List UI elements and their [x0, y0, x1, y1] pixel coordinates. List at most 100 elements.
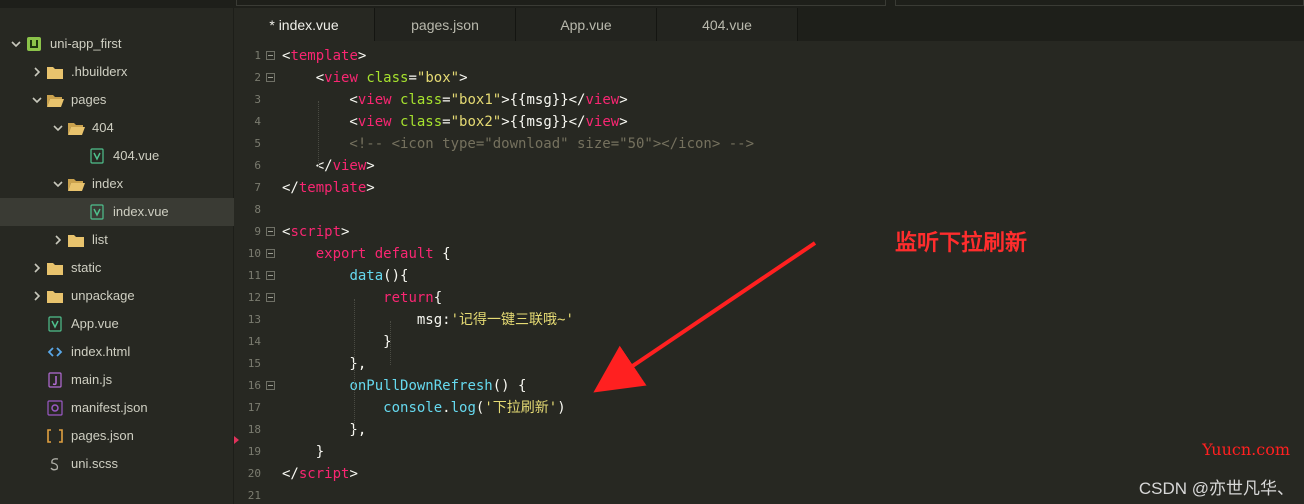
code-line[interactable]: 16 onPullDownRefresh() {: [234, 375, 1304, 397]
tree-item-index-vue[interactable]: index.vue: [0, 198, 234, 226]
chevron-down-icon[interactable]: [53, 179, 63, 189]
code-text: </template>: [282, 177, 375, 199]
line-number: 11: [247, 269, 261, 282]
code-line[interactable]: 7 </template>: [234, 177, 1304, 199]
tab-index-vue[interactable]: * index.vue: [234, 8, 375, 41]
code-line[interactable]: 4 <view class="box2">{{msg}}</view>: [234, 111, 1304, 133]
line-number: 16: [247, 379, 261, 392]
code-line[interactable]: 5 <!-- <icon type="download" size="50"><…: [234, 133, 1304, 155]
js-file-icon: [46, 372, 64, 388]
code-token: msg: [416, 312, 443, 328]
code-token: default: [374, 246, 434, 262]
chevron-down-icon[interactable]: [53, 123, 63, 133]
folder-icon: [67, 232, 85, 248]
chevron-right-icon[interactable]: [32, 263, 42, 273]
tree-item-static[interactable]: static: [0, 254, 234, 282]
tree-item-manifest-json[interactable]: manifest.json: [0, 394, 234, 422]
tab-label: * index.vue: [269, 16, 339, 33]
tree-item-404[interactable]: 404: [0, 114, 234, 142]
code-text: data(){: [282, 265, 408, 287]
code-text: <view class="box2">{{msg}}</view>: [282, 111, 627, 133]
line-number: 3: [254, 93, 261, 106]
fold-toggle-icon[interactable]: [266, 271, 275, 280]
chevron-down-icon[interactable]: [11, 39, 21, 49]
code-line[interactable]: 8: [234, 199, 1304, 221]
fold-toggle-icon[interactable]: [266, 381, 275, 390]
tree-item-uni-app-first[interactable]: uni-app_first: [0, 30, 234, 58]
tree-item-label: pages.json: [71, 428, 134, 443]
top-strip-segment: [236, 0, 886, 6]
code-line[interactable]: 14 }: [234, 331, 1304, 353]
tree-item-uni-scss[interactable]: uni.scss: [0, 450, 234, 478]
fold-toggle-icon[interactable]: [266, 249, 275, 258]
code-token: log: [450, 400, 476, 416]
code-token: export: [315, 246, 367, 262]
tab-pages-json[interactable]: pages.json: [375, 8, 516, 41]
tree-item-list[interactable]: list: [0, 226, 234, 254]
fold-toggle-icon[interactable]: [266, 73, 275, 82]
tree-item-hbuilderx[interactable]: .hbuilderx: [0, 58, 234, 86]
code-text: </script>: [282, 463, 358, 485]
code-line[interactable]: 12 return{: [234, 287, 1304, 309]
folder-icon: [46, 260, 64, 276]
tree-item-unpackage[interactable]: unpackage: [0, 282, 234, 310]
tree-item-label: pages: [71, 92, 107, 107]
fold-toggle-icon[interactable]: [266, 227, 275, 236]
tree-item-label: index.vue: [113, 204, 169, 219]
chevron-right-icon[interactable]: [53, 235, 63, 245]
code-token: view: [357, 114, 392, 130]
tree-item-label: manifest.json: [71, 400, 148, 415]
code-token: console: [383, 400, 443, 416]
code-line[interactable]: 3 <view class="box1">{{msg}}</view>: [234, 89, 1304, 111]
line-number: 9: [254, 225, 261, 238]
code-line[interactable]: 17 console.log('下拉刷新'): [234, 397, 1304, 419]
code-token: >: [341, 224, 350, 240]
tree-item-pages-json[interactable]: pages.json: [0, 422, 234, 450]
tree-item-label: 404.vue: [113, 148, 160, 163]
tree-item-404-vue[interactable]: 404.vue: [0, 142, 234, 170]
line-number: 12: [247, 291, 261, 304]
chevron-right-icon[interactable]: [32, 291, 42, 301]
tab-404-vue[interactable]: 404.vue: [657, 8, 798, 41]
chevron-down-icon[interactable]: [32, 95, 42, 105]
fold-toggle-icon[interactable]: [266, 293, 275, 302]
code-line[interactable]: 13 msg:'记得一键三联哦~': [234, 309, 1304, 331]
code-line[interactable]: 11 data(){: [234, 265, 1304, 287]
code-line[interactable]: 18 },: [234, 419, 1304, 441]
code-token: =: [442, 92, 451, 108]
code-token: .: [442, 400, 451, 416]
tab-app-vue[interactable]: App.vue: [516, 8, 657, 41]
code-line[interactable]: 1 <template>: [234, 45, 1304, 67]
folder-open-icon: [67, 176, 85, 192]
code-editor[interactable]: 1 <template> 2 <view class="box"> 3 <view c…: [234, 41, 1304, 504]
code-text: }: [282, 441, 324, 463]
code-line[interactable]: 15 },: [234, 353, 1304, 375]
chevron-right-icon[interactable]: [32, 67, 42, 77]
tree-item-index-html[interactable]: index.html: [0, 338, 234, 366]
tree-item-pages[interactable]: pages: [0, 86, 234, 114]
code-token: class: [400, 92, 443, 108]
code-line[interactable]: 10 export default {: [234, 243, 1304, 265]
folder-icon: [46, 64, 64, 80]
line-number: 19: [247, 445, 261, 458]
code-token: '记得一键三联哦~': [450, 312, 574, 328]
code-line[interactable]: 9 <script>: [234, 221, 1304, 243]
top-strip-segment: [895, 0, 1304, 6]
tree-item-app-vue[interactable]: App.vue: [0, 310, 234, 338]
vue-file-icon: [88, 204, 106, 220]
code-token: script: [298, 466, 350, 482]
tree-item-index[interactable]: index: [0, 170, 234, 198]
code-token: =: [442, 114, 451, 130]
tree-item-label: unpackage: [71, 288, 135, 303]
fold-toggle-icon[interactable]: [266, 51, 275, 60]
code-line[interactable]: 6 </view>: [234, 155, 1304, 177]
code-line[interactable]: 19 }: [234, 441, 1304, 463]
line-number: 2: [254, 71, 261, 84]
code-token: {: [433, 246, 451, 262]
tree-item-main-js[interactable]: main.js: [0, 366, 234, 394]
code-line[interactable]: 2 <view class="box">: [234, 67, 1304, 89]
